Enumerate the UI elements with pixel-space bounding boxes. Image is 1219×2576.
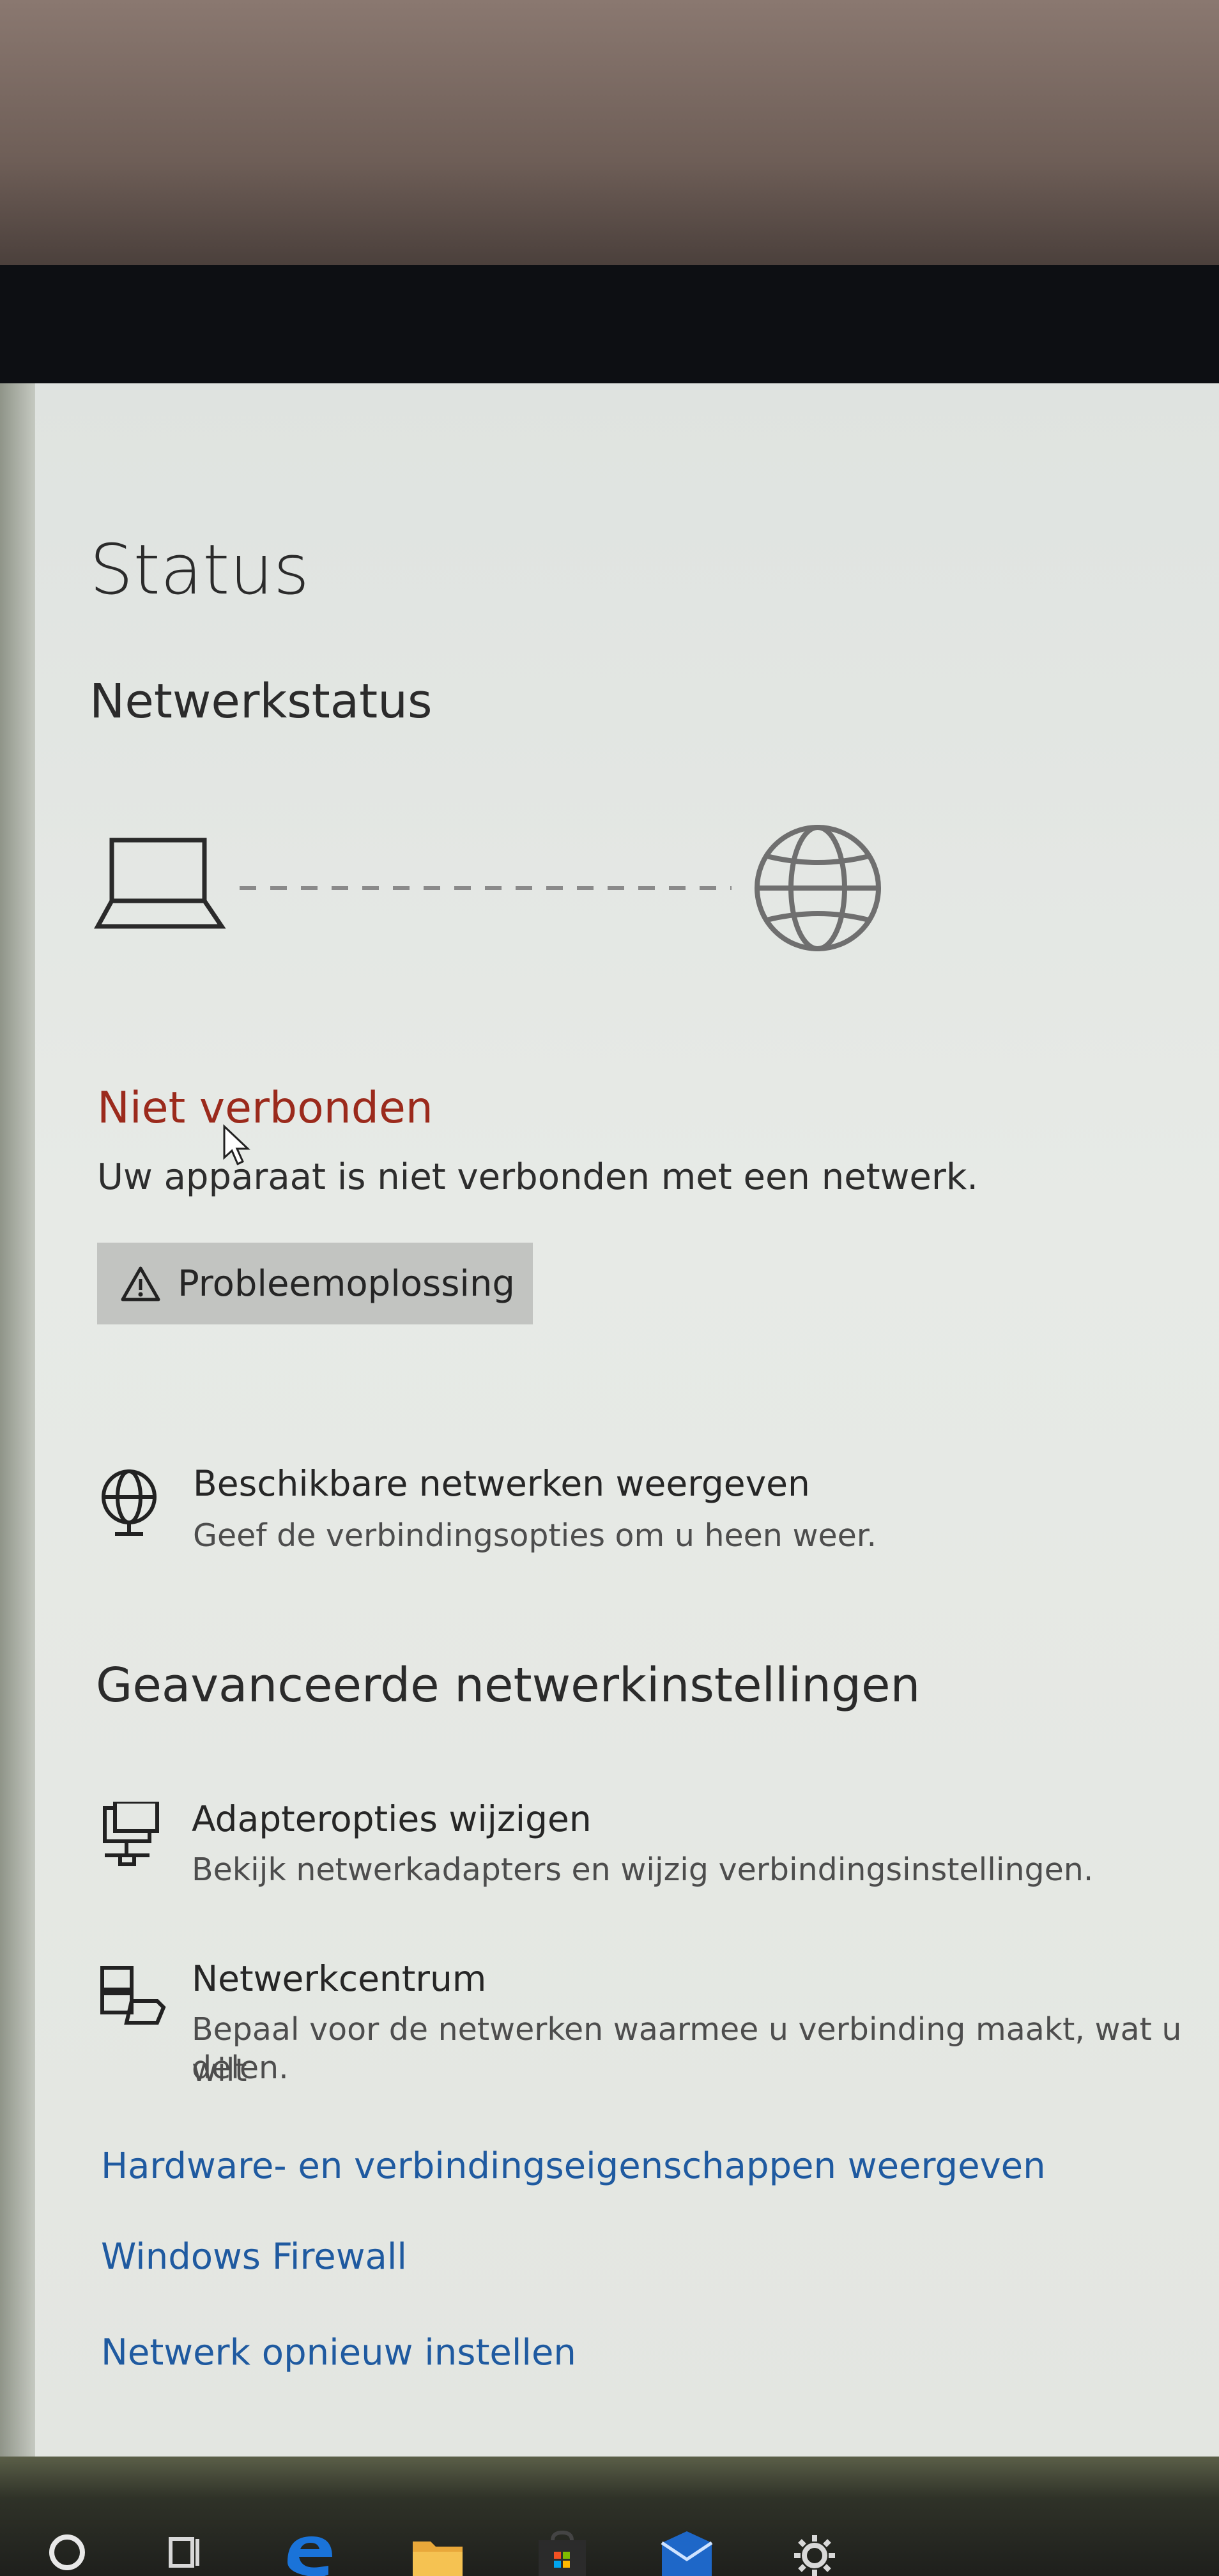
background-above-screen bbox=[0, 0, 1219, 268]
network-status-heading: Netwerkstatus bbox=[89, 674, 433, 729]
settings-gear-icon[interactable] bbox=[789, 2530, 840, 2576]
link-network-reset[interactable]: Netwerk opnieuw instellen bbox=[101, 2332, 576, 2373]
available-networks-item[interactable]: Beschikbare netwerken weergeven Geef de … bbox=[96, 1463, 1054, 1572]
store-icon[interactable] bbox=[533, 2530, 591, 2576]
link-windows-firewall[interactable]: Windows Firewall bbox=[101, 2236, 407, 2278]
task-view-icon[interactable] bbox=[163, 2530, 208, 2575]
adapter-options-subtitle: Bekijk netwerkadapters en wijzig verbind… bbox=[192, 1851, 1094, 1888]
link-hardware-properties[interactable]: Hardware- en verbindingseigenschappen we… bbox=[101, 2145, 1046, 2187]
laptop-icon bbox=[94, 838, 226, 929]
mouse-cursor-icon bbox=[223, 1124, 250, 1166]
warning-icon bbox=[121, 1266, 160, 1301]
network-center-item[interactable]: Netwerkcentrum Bepaal voor de netwerken … bbox=[96, 1958, 1182, 2099]
edge-icon[interactable] bbox=[281, 2530, 339, 2576]
file-explorer-icon[interactable] bbox=[409, 2530, 466, 2576]
troubleshoot-button[interactable]: Probleemoplossing bbox=[97, 1243, 533, 1324]
monitor-bezel bbox=[0, 265, 1219, 383]
mail-icon[interactable] bbox=[658, 2530, 716, 2576]
network-globe-icon bbox=[102, 1469, 157, 1536]
network-sharing-center-icon bbox=[100, 1966, 166, 2025]
network-adapter-icon bbox=[103, 1802, 159, 1866]
network-center-title: Netwerkcentrum bbox=[192, 1958, 487, 1999]
network-center-subtitle-line1: Bepaal voor de netwerken waarmee u verbi… bbox=[192, 2011, 1182, 2089]
adapter-options-item[interactable]: Adapteropties wijzigen Bekijk netwerkada… bbox=[96, 1798, 1118, 1907]
troubleshoot-button-label: Probleemoplossing bbox=[178, 1262, 515, 1305]
page-title: Status bbox=[89, 530, 310, 610]
left-window-edge bbox=[0, 383, 35, 2457]
adapter-options-title: Adapteropties wijzigen bbox=[192, 1798, 592, 1839]
available-networks-title: Beschikbare netwerken weergeven bbox=[193, 1463, 810, 1504]
advanced-settings-heading: Geavanceerde netwerkinstellingen bbox=[96, 1658, 921, 1713]
connection-diagram bbox=[94, 825, 881, 951]
available-networks-subtitle: Geef de verbindingsopties om u heen weer… bbox=[193, 1517, 877, 1554]
search-circle-icon[interactable] bbox=[45, 2530, 89, 2575]
globe-icon bbox=[755, 825, 881, 951]
connection-status: Niet verbonden bbox=[97, 1083, 433, 1133]
network-center-subtitle-line2: delen. bbox=[192, 2050, 289, 2086]
